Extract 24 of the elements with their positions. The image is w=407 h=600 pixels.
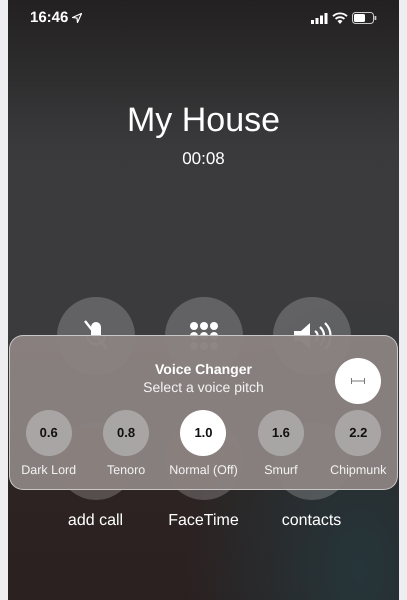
pitch-option[interactable]: 2.2 (335, 410, 382, 456)
status-time: 16:46 (30, 8, 68, 28)
battery-icon (352, 12, 377, 24)
panel-subtitle: Select a voice pitch (142, 378, 265, 396)
width-icon (351, 378, 366, 384)
pitch-label: Tenoro (106, 462, 146, 479)
wifi-icon (332, 12, 348, 24)
call-option-button[interactable]: add call (56, 508, 134, 532)
pitch-label: Normal (Off) (169, 462, 238, 479)
pitch-slider-button[interactable] (335, 358, 382, 404)
call-duration: 00:08 (181, 148, 226, 170)
pitch-option[interactable]: 1.0 (180, 410, 226, 456)
pitch-option[interactable]: 0.6 (26, 410, 72, 456)
pitch-option[interactable]: 1.6 (258, 410, 304, 456)
signal-icon (311, 12, 328, 24)
pitch-label: Dark Lord (21, 462, 76, 479)
pitch-label: Smurf (264, 462, 298, 479)
location-icon (72, 13, 82, 23)
call-option-button[interactable]: contacts (272, 508, 350, 532)
caller-name: My House (126, 100, 282, 140)
panel-title: Voice Changer (154, 360, 253, 378)
pitch-label: Chipmunk (330, 462, 386, 479)
pitch-option[interactable]: 0.8 (103, 410, 150, 456)
call-option-button[interactable]: FaceTime (164, 508, 242, 532)
